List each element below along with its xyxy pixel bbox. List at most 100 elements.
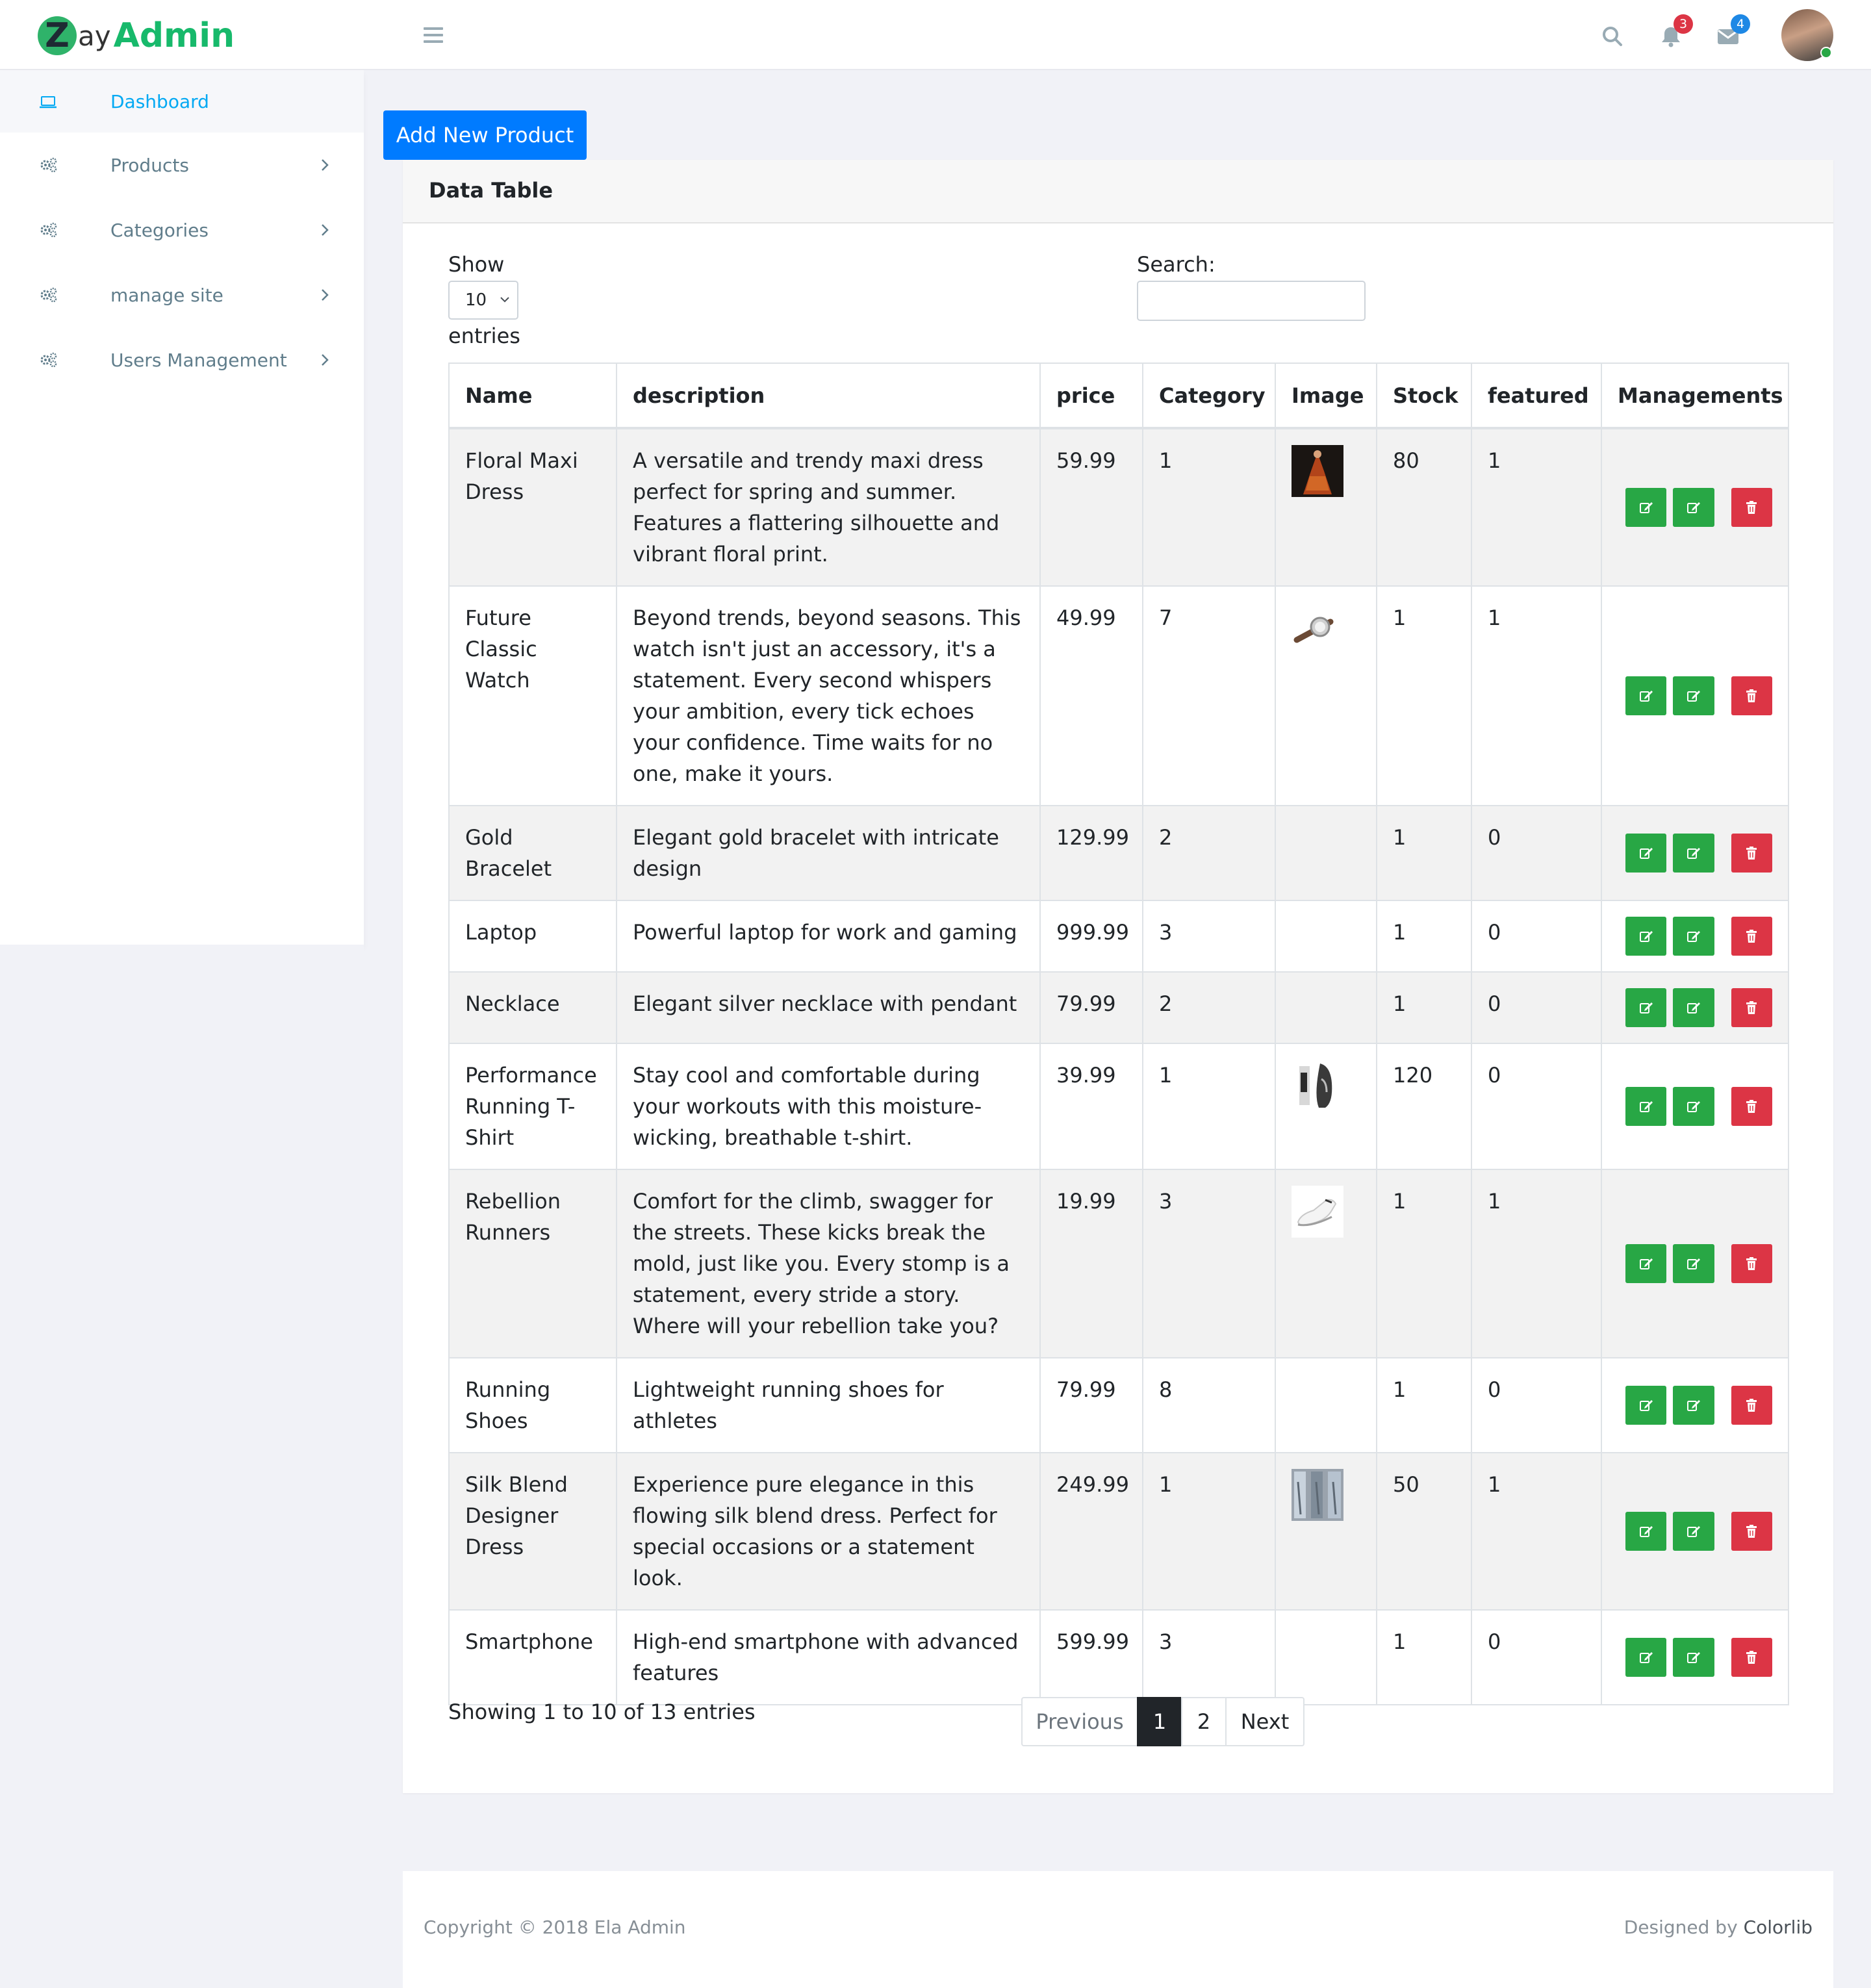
cell-category: 3 [1142,900,1276,973]
menu-toggle-icon[interactable] [424,27,443,43]
delete-button[interactable] [1731,488,1772,527]
edit-button[interactable] [1625,834,1667,873]
page-length-select[interactable]: 10 [448,281,518,320]
cell-description: High-end smartphone with advanced featur… [616,1609,1041,1705]
edit-button[interactable] [1625,488,1667,527]
add-new-product-button[interactable]: Add New Product [383,110,587,160]
cell-description: Elegant silver necklace with pendant [616,971,1041,1044]
cell-featured: 1 [1471,1169,1602,1358]
pagination-page-1[interactable]: 1 [1137,1697,1182,1746]
edit-details-button[interactable] [1673,917,1714,956]
cell-price: 79.99 [1039,971,1143,1044]
column-header-managements[interactable]: Managements [1601,363,1789,429]
pagination-page-2[interactable]: 2 [1181,1697,1227,1746]
card-title: Data Table [429,178,554,203]
search-input[interactable] [1137,281,1366,321]
edit-button[interactable] [1625,1386,1667,1425]
messages-badge: 4 [1731,14,1750,34]
delete-button[interactable] [1731,676,1772,715]
table-header-row: Name description price Category Image St… [448,363,1789,429]
cell-name: Performance Running T-Shirt [448,1043,617,1170]
edit-details-button[interactable] [1673,1087,1714,1126]
edit-button[interactable] [1625,1087,1667,1126]
edit-details-button[interactable] [1673,1512,1714,1551]
edit-button[interactable] [1625,1244,1667,1283]
edit-details-button[interactable] [1673,988,1714,1027]
column-header-featured[interactable]: featured [1471,363,1602,429]
cell-featured: 0 [1471,1357,1602,1453]
chevron-down-icon [500,297,509,303]
pagination-next[interactable]: Next [1225,1697,1305,1746]
column-header-category[interactable]: Category [1142,363,1276,429]
table-row: Necklace Elegant silver necklace with pen… [448,971,1789,1044]
cell-name: Future Classic Watch [448,585,617,806]
logo-text-admin: Admin [113,16,235,55]
sidebar-item-products[interactable]: Products [0,133,364,198]
sidebar-item-categories[interactable]: Categories [0,198,364,262]
cell-managements [1601,1452,1789,1611]
user-avatar[interactable] [1781,9,1833,61]
table-row: Gold Bracelet Elegant gold bracelet with … [448,805,1789,901]
cell-name: Gold Bracelet [448,805,617,901]
product-thumbnail [1292,445,1360,497]
cell-featured: 0 [1471,1609,1602,1705]
cell-category: 3 [1142,1169,1276,1358]
edit-button[interactable] [1625,917,1667,956]
table-row: Rebellion Runners Comfort for the climb, … [448,1169,1789,1358]
cell-name: Necklace [448,971,617,1044]
cell-category: 2 [1142,971,1276,1044]
pagination-previous[interactable]: Previous [1021,1697,1138,1746]
notifications-bell-icon[interactable]: 3 [1658,14,1693,49]
edit-button[interactable] [1625,676,1667,715]
edit-button[interactable] [1625,1512,1667,1551]
cell-category: 8 [1142,1357,1276,1453]
search-icon[interactable] [1599,23,1625,49]
messages-envelope-icon[interactable]: 4 [1715,14,1750,49]
entries-label: entries [448,324,520,348]
chevron-right-icon [322,224,329,236]
cell-image [1275,1169,1377,1358]
sidebar-item-users-management[interactable]: Users Management [0,327,364,392]
logo[interactable]: Z ay Admin [38,14,235,57]
cell-stock: 1 [1376,900,1472,973]
edit-details-button[interactable] [1673,1638,1714,1677]
cell-image [1275,900,1377,973]
edit-details-button[interactable] [1673,488,1714,527]
delete-button[interactable] [1731,1386,1772,1425]
delete-button[interactable] [1731,1512,1772,1551]
search-label: Search: [1137,252,1216,277]
delete-button[interactable] [1731,917,1772,956]
designer-link[interactable]: Colorlib [1744,1917,1813,1938]
sidebar-item-dashboard[interactable]: Dashboard [0,70,364,133]
gears-icon [40,287,57,303]
designed-prefix: Designed by [1623,1917,1744,1938]
column-header-stock[interactable]: Stock [1376,363,1472,429]
table-body: Floral Maxi Dress A versatile and trendy … [448,427,1789,1705]
column-header-description[interactable]: description [616,363,1041,429]
edit-button[interactable] [1625,988,1667,1027]
edit-button[interactable] [1625,1638,1667,1677]
delete-button[interactable] [1731,1087,1772,1126]
delete-button[interactable] [1731,1244,1772,1283]
delete-button[interactable] [1731,988,1772,1027]
cell-price: 999.99 [1039,900,1143,973]
edit-details-button[interactable] [1673,676,1714,715]
column-header-price[interactable]: price [1039,363,1143,429]
delete-button[interactable] [1731,1638,1772,1677]
cell-category: 1 [1142,427,1276,587]
edit-details-button[interactable] [1673,1244,1714,1283]
gears-icon [40,222,57,238]
delete-button[interactable] [1731,834,1772,873]
card-header: Data Table [403,160,1833,223]
pagination: Previous 1 2 Next [1021,1697,1305,1746]
sidebar-item-manage-site[interactable]: manage site [0,262,364,327]
edit-details-button[interactable] [1673,1386,1714,1425]
laptop-icon [40,96,57,108]
edit-details-button[interactable] [1673,834,1714,873]
column-header-name[interactable]: Name [448,363,617,429]
column-header-image[interactable]: Image [1275,363,1377,429]
cell-price: 19.99 [1039,1169,1143,1358]
cell-name: Running Shoes [448,1357,617,1453]
cell-managements [1601,805,1789,901]
cell-featured: 1 [1471,585,1602,806]
